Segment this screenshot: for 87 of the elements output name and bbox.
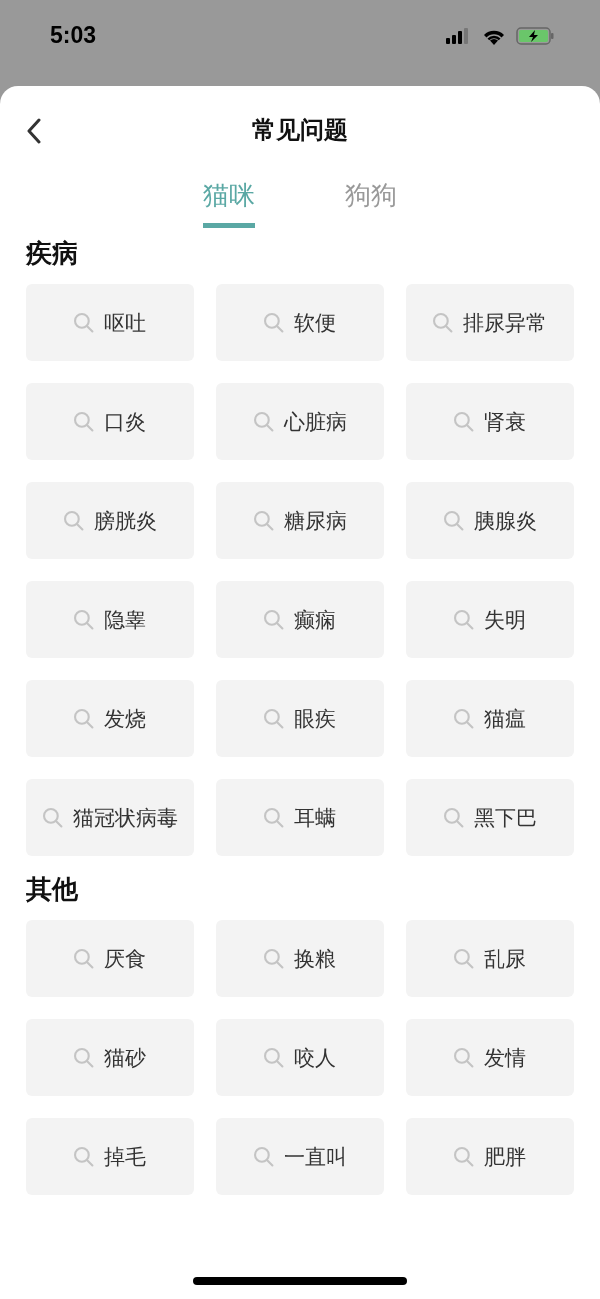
chip-label: 癫痫 (294, 606, 336, 634)
question-chip[interactable]: 软便 (216, 284, 384, 361)
chip-label: 发情 (484, 1044, 526, 1072)
question-chip[interactable]: 口炎 (26, 383, 194, 460)
question-chip[interactable]: 猫瘟 (406, 680, 574, 757)
question-chip[interactable]: 换粮 (216, 920, 384, 997)
chip-label: 猫瘟 (484, 705, 526, 733)
search-icon (443, 807, 464, 828)
chip-label: 耳螨 (294, 804, 336, 832)
question-chip[interactable]: 排尿异常 (406, 284, 574, 361)
question-chip[interactable]: 乱尿 (406, 920, 574, 997)
question-chip[interactable]: 糖尿病 (216, 482, 384, 559)
chip-label: 掉毛 (104, 1143, 146, 1171)
question-chip[interactable]: 肾衰 (406, 383, 574, 460)
question-chip[interactable]: 心脏病 (216, 383, 384, 460)
search-icon (454, 1146, 474, 1167)
search-icon (264, 1047, 284, 1068)
chip-label: 软便 (294, 309, 336, 337)
chip-label: 肾衰 (484, 408, 526, 436)
chip-label: 糖尿病 (283, 507, 347, 535)
question-chip[interactable]: 猫冠状病毒 (26, 779, 194, 856)
question-chip[interactable]: 耳螨 (216, 779, 384, 856)
search-icon (74, 948, 94, 969)
status-time: 5:03 (50, 22, 97, 49)
search-icon (74, 1047, 94, 1068)
question-chip[interactable]: 眼疾 (216, 680, 384, 757)
chip-label: 膀胱炎 (93, 507, 157, 535)
chip-label: 咬人 (294, 1044, 336, 1072)
search-icon (443, 510, 464, 531)
search-icon (454, 411, 474, 432)
chip-label: 失明 (484, 606, 526, 634)
chip-label: 乱尿 (484, 945, 526, 973)
chip-label: 肥胖 (484, 1143, 526, 1171)
chip-label: 呕吐 (104, 309, 146, 337)
question-chip[interactable]: 发烧 (26, 680, 194, 757)
question-chip[interactable]: 隐睾 (26, 581, 194, 658)
search-icon (253, 1146, 274, 1167)
chip-label: 黑下巴 (473, 804, 537, 832)
search-icon (253, 510, 274, 531)
search-icon (264, 948, 284, 969)
question-chip[interactable]: 厌食 (26, 920, 194, 997)
search-icon (454, 708, 474, 729)
chip-label: 胰腺炎 (473, 507, 537, 535)
search-icon (74, 312, 94, 333)
battery-icon (516, 27, 554, 45)
question-chip[interactable]: 失明 (406, 581, 574, 658)
search-icon (264, 708, 284, 729)
question-chip[interactable]: 呕吐 (26, 284, 194, 361)
search-icon (253, 411, 274, 432)
chip-label: 排尿异常 (463, 309, 547, 337)
question-chip[interactable]: 一直叫 (216, 1118, 384, 1195)
question-chip[interactable]: 黑下巴 (406, 779, 574, 856)
chip-label: 厌食 (104, 945, 146, 973)
question-chip[interactable]: 癫痫 (216, 581, 384, 658)
chip-label: 猫冠状病毒 (72, 804, 178, 832)
chip-label: 换粮 (294, 945, 336, 973)
chip-label: 心脏病 (283, 408, 347, 436)
chip-label: 隐睾 (104, 606, 146, 634)
search-icon (74, 609, 94, 630)
search-icon (264, 609, 284, 630)
question-chip[interactable]: 膀胱炎 (26, 482, 194, 559)
search-icon (74, 1146, 94, 1167)
search-icon (433, 312, 453, 333)
search-icon (42, 807, 63, 828)
search-icon (264, 312, 284, 333)
page-title: 常见问题 (252, 115, 348, 146)
question-chip[interactable]: 掉毛 (26, 1118, 194, 1195)
section-title: 疾病 (26, 237, 79, 270)
search-icon (454, 609, 474, 630)
chip-label: 猫砂 (104, 1044, 146, 1072)
chip-label: 口炎 (104, 408, 146, 436)
chip-label: 眼疾 (294, 705, 336, 733)
search-icon (264, 807, 284, 828)
chip-label: 发烧 (104, 705, 146, 733)
chip-label: 一直叫 (283, 1143, 347, 1171)
search-icon (454, 1047, 474, 1068)
question-chip[interactable]: 发情 (406, 1019, 574, 1096)
question-chip[interactable]: 咬人 (216, 1019, 384, 1096)
search-icon (63, 510, 84, 531)
search-icon (454, 948, 474, 969)
section-title: 其他 (26, 873, 79, 906)
question-chip[interactable]: 胰腺炎 (406, 482, 574, 559)
back-icon[interactable] (26, 118, 42, 144)
search-icon (74, 708, 94, 729)
search-icon (74, 411, 94, 432)
question-chip[interactable]: 猫砂 (26, 1019, 194, 1096)
question-chip[interactable]: 肥胖 (406, 1118, 574, 1195)
